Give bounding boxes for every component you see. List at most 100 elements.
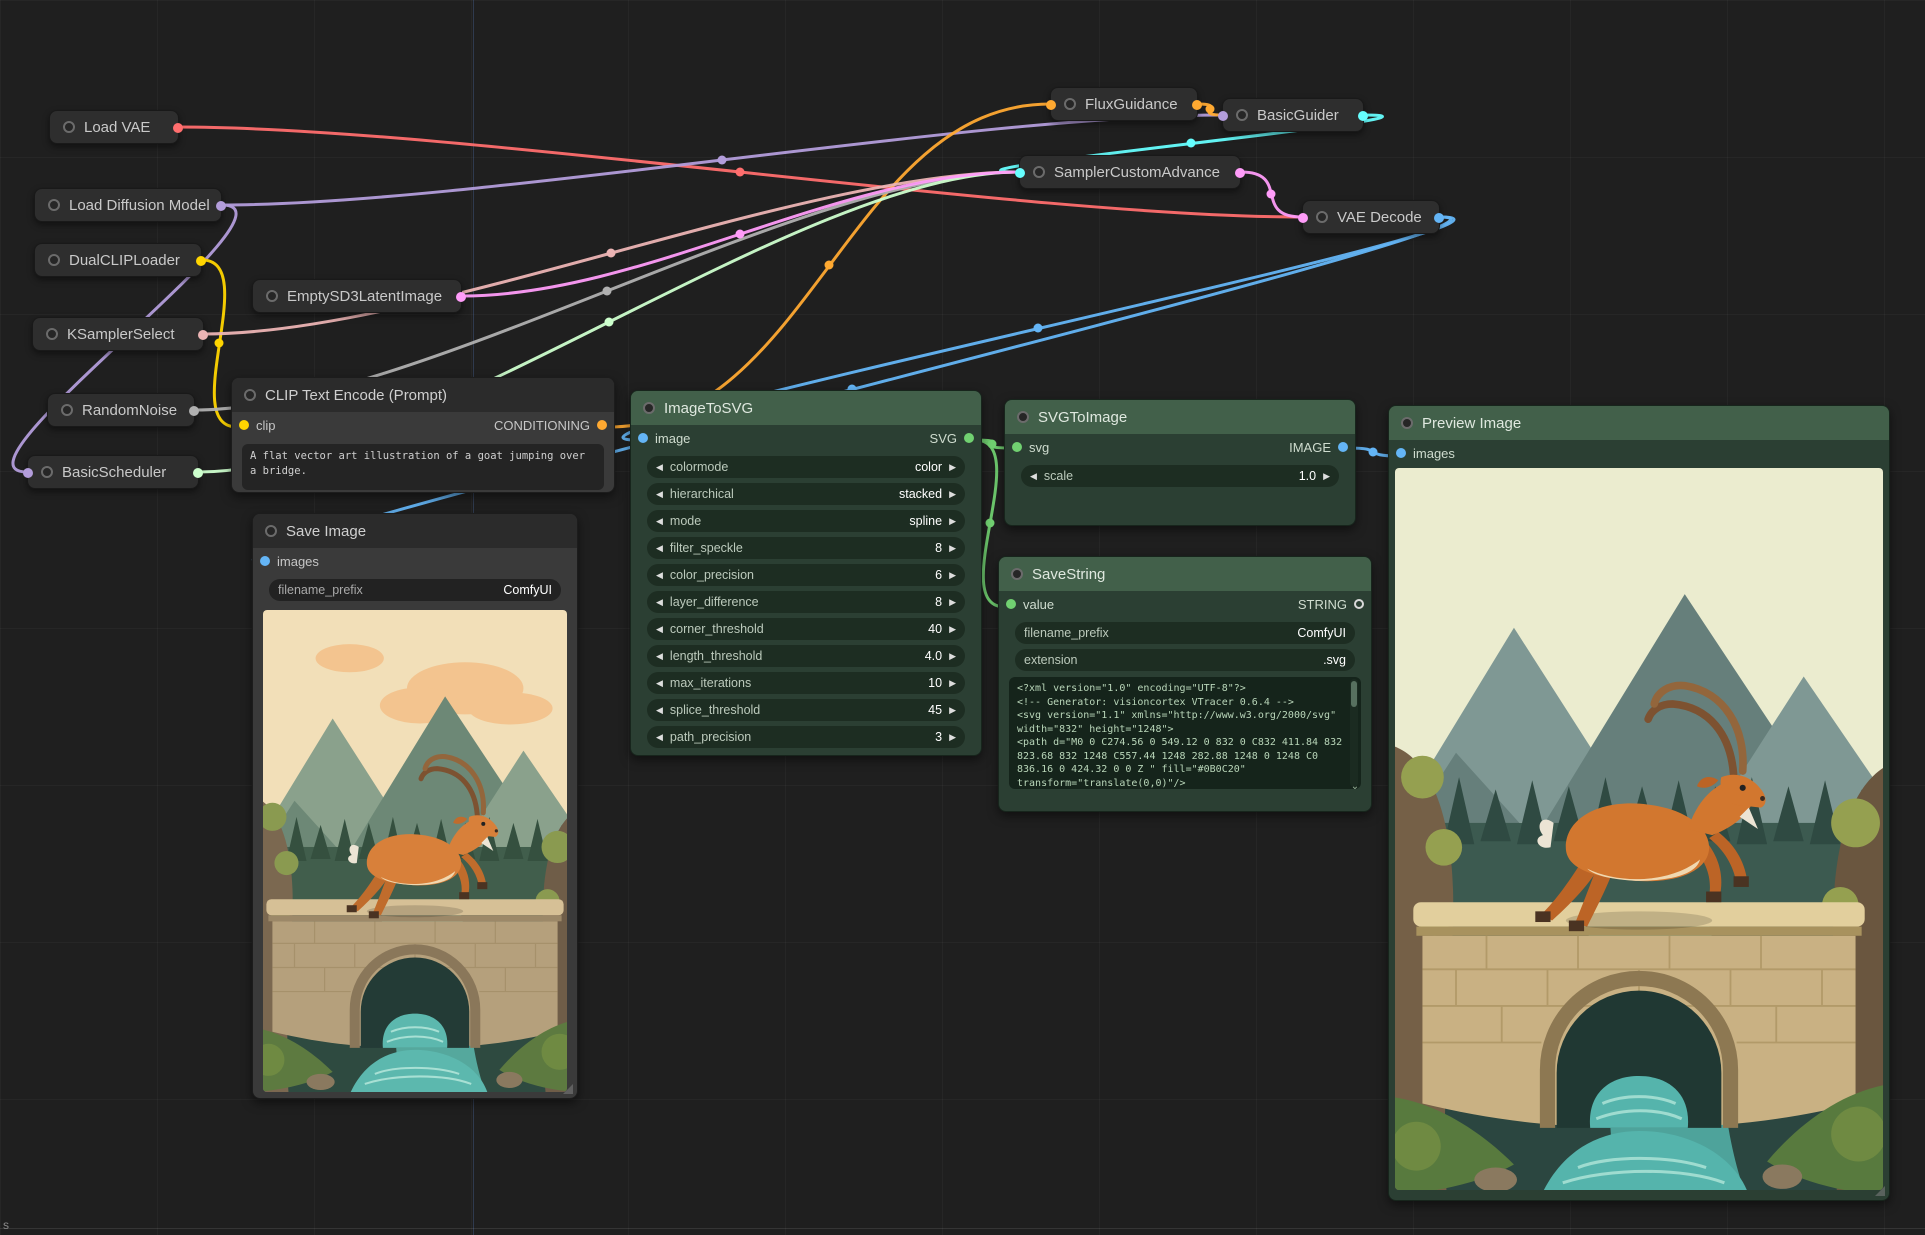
output-slot-svg[interactable]: SVG [930, 431, 974, 446]
decrement-arrow-icon[interactable]: ◀ [656, 463, 663, 472]
input-slot-images[interactable]: images [260, 554, 319, 569]
output-slot-image[interactable]: IMAGE [1289, 440, 1348, 455]
output-slot-guider[interactable] [1358, 111, 1368, 121]
collapse-toggle-icon[interactable] [1017, 411, 1029, 423]
widget-layer-difference[interactable]: ◀ layer_difference 8 ▶ [647, 591, 965, 613]
node-graph-canvas[interactable]: Load VAE Load Diffusion Model DualCLIPLo… [0, 0, 1925, 1235]
collapse-toggle-icon[interactable] [63, 121, 75, 133]
clip-slot-dot-icon[interactable] [239, 420, 249, 430]
scroll-down-icon[interactable]: ⌄ [1349, 782, 1361, 792]
preview-image-output[interactable] [1395, 468, 1883, 1190]
widget-splice-threshold[interactable]: ◀ splice_threshold 45 ▶ [647, 699, 965, 721]
svg-source-text[interactable]: <?xml version="1.0" encoding="UTF-8"?> <… [1009, 677, 1361, 789]
output-slot-latent[interactable] [456, 292, 466, 302]
output-slot-noise[interactable] [189, 406, 199, 416]
widget-hierarchical[interactable]: ◀ hierarchical stacked ▶ [647, 483, 965, 505]
decrement-arrow-icon[interactable]: ◀ [656, 571, 663, 580]
decrement-arrow-icon[interactable]: ◀ [656, 598, 663, 607]
node-header[interactable]: Preview Image [1389, 406, 1889, 440]
collapse-toggle-icon[interactable] [1064, 98, 1076, 110]
conditioning-slot-dot-icon[interactable] [597, 420, 607, 430]
input-slot-image[interactable]: image [638, 431, 690, 446]
link-midpoint-dot[interactable] [1187, 139, 1196, 148]
link-midpoint-dot[interactable] [605, 318, 614, 327]
link-midpoint-dot[interactable] [736, 230, 745, 239]
output-slot-clip[interactable] [196, 256, 206, 266]
increment-arrow-icon[interactable]: ▶ [949, 463, 956, 472]
collapse-toggle-icon[interactable] [48, 199, 60, 211]
collapse-toggle-icon[interactable] [266, 290, 278, 302]
collapse-toggle-icon[interactable] [265, 525, 277, 537]
svg-slot-dot-icon[interactable] [964, 433, 974, 443]
collapse-toggle-icon[interactable] [41, 466, 53, 478]
collapse-toggle-icon[interactable] [46, 328, 58, 340]
increment-arrow-icon[interactable]: ▶ [949, 706, 956, 715]
image-slot-dot-icon[interactable] [1338, 442, 1348, 452]
decrement-arrow-icon[interactable]: ◀ [656, 679, 663, 688]
widget-color-precision[interactable]: ◀ color_precision 6 ▶ [647, 564, 965, 586]
widget-filename-prefix[interactable]: filename_prefix ComfyUI [1015, 622, 1355, 644]
input-slot-svg[interactable]: svg [1012, 440, 1049, 455]
increment-arrow-icon[interactable]: ▶ [949, 625, 956, 634]
output-slot-image[interactable] [1434, 213, 1444, 223]
collapse-toggle-icon[interactable] [1401, 417, 1413, 429]
collapse-toggle-icon[interactable] [1316, 211, 1328, 223]
link-midpoint-dot[interactable] [718, 156, 727, 165]
input-slot-model[interactable] [1218, 111, 1228, 121]
saved-image-preview[interactable] [263, 610, 567, 1092]
node-basicguider[interactable]: BasicGuider [1222, 98, 1364, 132]
increment-arrow-icon[interactable]: ▶ [949, 652, 956, 661]
output-slot-vae[interactable] [173, 123, 183, 133]
input-slot-clip[interactable]: clip [239, 418, 276, 433]
node-header[interactable]: Save Image [253, 514, 577, 548]
decrement-arrow-icon[interactable]: ◀ [656, 490, 663, 499]
widget-filename-prefix[interactable]: filename_prefix ComfyUI [269, 579, 561, 601]
resize-handle[interactable] [1875, 1186, 1885, 1196]
node-header[interactable]: ImageToSVG [631, 391, 981, 425]
widget-length-threshold[interactable]: ◀ length_threshold 4.0 ▶ [647, 645, 965, 667]
node-save-image[interactable]: Save Image images filename_prefix ComfyU… [252, 513, 578, 1099]
input-slot-images[interactable]: images [1396, 446, 1455, 461]
node-dualcliploader[interactable]: DualCLIPLoader [34, 243, 202, 277]
node-vae-decode[interactable]: VAE Decode [1302, 200, 1440, 234]
link-midpoint-dot[interactable] [1369, 448, 1378, 457]
widget-filter-speckle[interactable]: ◀ filter_speckle 8 ▶ [647, 537, 965, 559]
increment-arrow-icon[interactable]: ▶ [949, 544, 956, 553]
image-slot-dot-icon[interactable] [638, 433, 648, 443]
collapse-toggle-icon[interactable] [1011, 568, 1023, 580]
collapse-toggle-icon[interactable] [1236, 109, 1248, 121]
input-slot-conditioning[interactable] [1046, 100, 1056, 110]
output-slot-model[interactable] [216, 201, 226, 211]
input-slot-guider[interactable] [1015, 168, 1025, 178]
widget-scale[interactable]: ◀ scale 1.0 ▶ [1021, 465, 1339, 487]
input-slot-samples[interactable] [1298, 213, 1308, 223]
increment-arrow-icon[interactable]: ▶ [949, 598, 956, 607]
input-slot-value[interactable]: value [1006, 597, 1054, 612]
decrement-arrow-icon[interactable]: ◀ [656, 625, 663, 634]
increment-arrow-icon[interactable]: ▶ [949, 490, 956, 499]
output-slot-string[interactable]: STRING [1298, 597, 1364, 612]
svg-source-textarea[interactable]: <?xml version="1.0" encoding="UTF-8"?> <… [1009, 677, 1361, 789]
increment-arrow-icon[interactable]: ▶ [949, 517, 956, 526]
node-header[interactable]: SaveString [999, 557, 1371, 591]
increment-arrow-icon[interactable]: ▶ [949, 679, 956, 688]
widget-mode[interactable]: ◀ mode spline ▶ [647, 510, 965, 532]
collapse-toggle-icon[interactable] [61, 404, 73, 416]
link-midpoint-dot[interactable] [736, 168, 745, 177]
scrollbar-thumb[interactable] [1351, 681, 1357, 707]
link-midpoint-dot[interactable] [988, 440, 997, 449]
increment-arrow-icon[interactable]: ▶ [949, 733, 956, 742]
link-midpoint-dot[interactable] [215, 339, 224, 348]
node-fluxguidance[interactable]: FluxGuidance [1050, 87, 1198, 121]
collapse-toggle-icon[interactable] [643, 402, 655, 414]
decrement-arrow-icon[interactable]: ◀ [656, 652, 663, 661]
prompt-text-input[interactable]: A flat vector art illustration of a goat… [242, 444, 604, 490]
node-ksamplerselect[interactable]: KSamplerSelect [32, 317, 204, 351]
link-midpoint-dot[interactable] [1206, 105, 1215, 114]
node-svgtoimage[interactable]: SVGToImage svg IMAGE ◀ scale 1.0 ▶ [1004, 399, 1356, 526]
collapse-toggle-icon[interactable] [48, 254, 60, 266]
collapse-toggle-icon[interactable] [1033, 166, 1045, 178]
node-preview-image[interactable]: Preview Image images [1388, 405, 1890, 1201]
value-slot-dot-icon[interactable] [1006, 599, 1016, 609]
node-clip-text-encode[interactable]: CLIP Text Encode (Prompt) clip CONDITION… [231, 377, 615, 493]
